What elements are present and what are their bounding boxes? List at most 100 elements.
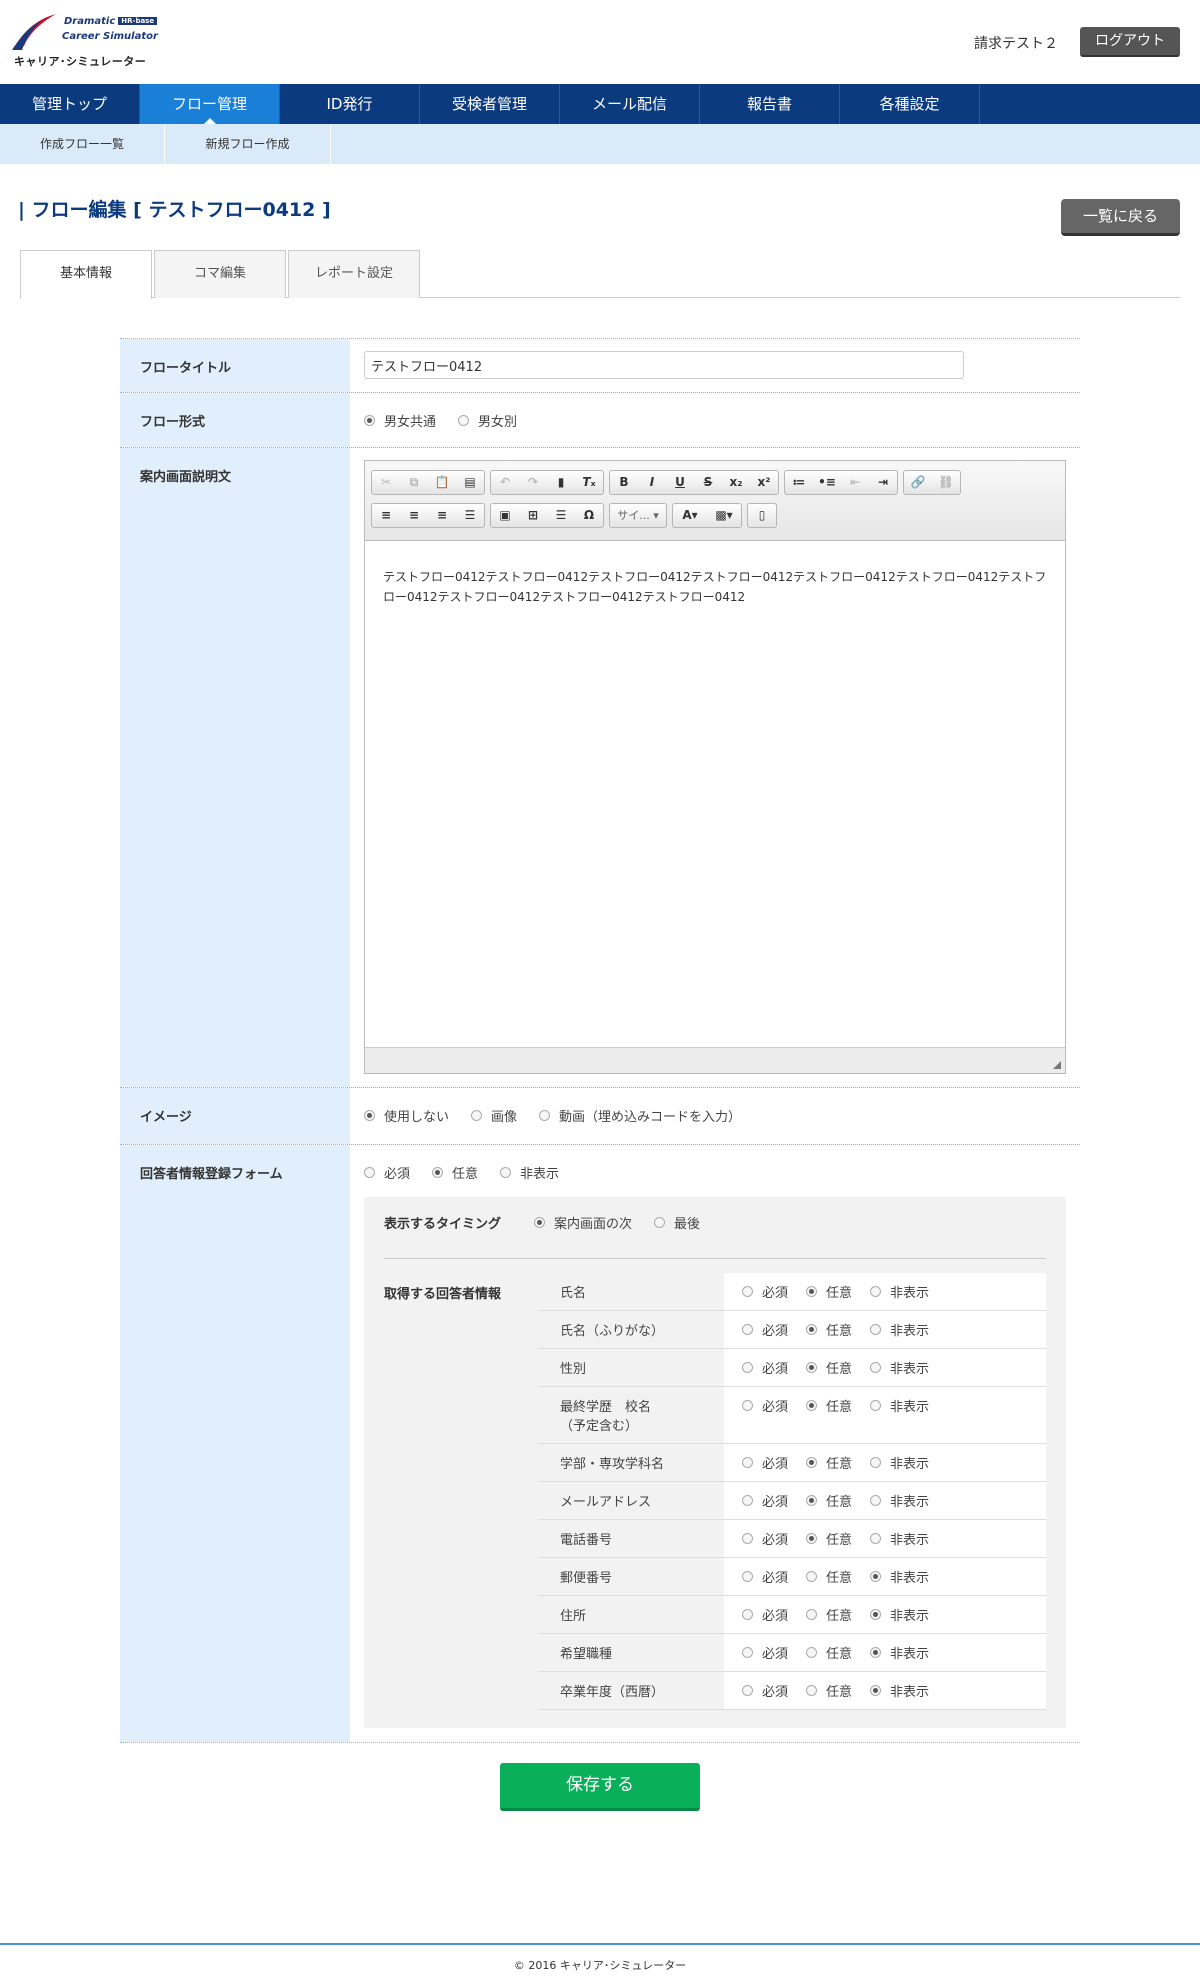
field-radio-required[interactable]: 必須	[742, 1396, 788, 1415]
respondent-radio-required[interactable]: 必須	[364, 1163, 410, 1182]
strikethrough-icon[interactable]: S	[694, 471, 722, 494]
resize-grip-icon[interactable]	[1053, 1061, 1061, 1069]
remove-format-icon[interactable]: Tₓ	[575, 471, 603, 494]
sub-nav: 作成フロー一覧 新規フロー作成	[0, 124, 1200, 164]
field-radio-hidden[interactable]: 非表示	[870, 1320, 929, 1339]
paste-text-icon[interactable]: ▤	[456, 471, 484, 494]
format-radio-separate[interactable]: 男女別	[458, 411, 517, 430]
link-icon[interactable]: 🔗	[904, 471, 932, 494]
format-painter-icon[interactable]: ▮	[547, 471, 575, 494]
field-radio-hidden[interactable]: 非表示	[870, 1453, 929, 1472]
bold-icon[interactable]: B	[610, 471, 638, 494]
tab-report-settings[interactable]: レポート設定	[288, 250, 420, 298]
subnav-item-new-flow[interactable]: 新規フロー作成	[165, 124, 331, 164]
source-icon[interactable]: ▯	[748, 504, 776, 527]
field-radio-optional[interactable]: 任意	[806, 1453, 852, 1472]
field-radio-hidden[interactable]: 非表示	[870, 1358, 929, 1377]
nav-item-reports[interactable]: 報告書	[700, 84, 840, 124]
copy-icon[interactable]: ⧉	[400, 471, 428, 494]
field-radio-optional[interactable]: 任意	[806, 1681, 852, 1700]
image-icon[interactable]: ▣	[491, 504, 519, 527]
field-radio-required[interactable]: 必須	[742, 1529, 788, 1548]
nav-item-examinee-management[interactable]: 受検者管理	[420, 84, 560, 124]
field-radio-optional[interactable]: 任意	[806, 1605, 852, 1624]
field-options: 必須 任意 非表示	[724, 1595, 1046, 1634]
numbered-list-icon[interactable]: ≔	[785, 471, 813, 494]
logout-button[interactable]: ログアウト	[1080, 27, 1180, 57]
field-radio-hidden[interactable]: 非表示	[870, 1567, 929, 1586]
field-radio-hidden[interactable]: 非表示	[870, 1643, 929, 1662]
image-radio-video[interactable]: 動画（埋め込みコードを入力）	[539, 1106, 741, 1125]
field-radio-hidden[interactable]: 非表示	[870, 1282, 929, 1301]
horizontal-rule-icon[interactable]: ☰	[547, 504, 575, 527]
radio-checked-icon	[870, 1608, 882, 1620]
italic-icon[interactable]: I	[638, 471, 666, 494]
field-radio-optional[interactable]: 任意	[806, 1320, 852, 1339]
underline-icon[interactable]: U	[666, 471, 694, 494]
row-description: 案内画面説明文 ✂ ⧉ 📋 ▤ ↶ ↷ ▮ Tₓ B I U S x₂ x² ≔…	[120, 448, 1080, 1088]
align-right-icon[interactable]: ≡	[428, 504, 456, 527]
field-radio-optional[interactable]: 任意	[806, 1643, 852, 1662]
redo-icon[interactable]: ↷	[519, 471, 547, 494]
align-center-icon[interactable]: ≡	[400, 504, 428, 527]
tab-frame-edit[interactable]: コマ編集	[154, 250, 286, 298]
field-radio-optional[interactable]: 任意	[806, 1358, 852, 1377]
image-radio-none[interactable]: 使用しない	[364, 1106, 449, 1125]
field-radio-hidden[interactable]: 非表示	[870, 1396, 929, 1415]
respondent-radio-optional[interactable]: 任意	[432, 1163, 478, 1182]
paste-icon[interactable]: 📋	[428, 471, 456, 494]
editor-content[interactable]: テストフロー0412テストフロー0412テストフロー0412テストフロー0412…	[365, 541, 1065, 1041]
field-radio-hidden[interactable]: 非表示	[870, 1605, 929, 1624]
timing-radio-last[interactable]: 最後	[654, 1213, 700, 1232]
field-radio-required[interactable]: 必須	[742, 1358, 788, 1377]
field-radio-optional[interactable]: 任意	[806, 1567, 852, 1586]
indent-icon[interactable]: ⇥	[869, 471, 897, 494]
respondent-radio-hidden[interactable]: 非表示	[500, 1163, 559, 1182]
field-radio-required[interactable]: 必須	[742, 1282, 788, 1301]
align-left-icon[interactable]: ≡	[372, 504, 400, 527]
superscript-icon[interactable]: x²	[750, 471, 778, 494]
image-radio-image[interactable]: 画像	[471, 1106, 517, 1125]
field-radio-optional[interactable]: 任意	[806, 1529, 852, 1548]
field-radio-required[interactable]: 必須	[742, 1453, 788, 1472]
cut-icon[interactable]: ✂	[372, 471, 400, 494]
field-radio-hidden[interactable]: 非表示	[870, 1529, 929, 1548]
field-radio-required[interactable]: 必須	[742, 1491, 788, 1510]
table-icon[interactable]: ⊞	[519, 504, 547, 527]
field-radio-optional[interactable]: 任意	[806, 1491, 852, 1510]
background-color-icon[interactable]: ▩▾	[707, 504, 741, 527]
subnav-item-flow-list[interactable]: 作成フロー一覧	[0, 124, 165, 164]
radio-unchecked-icon	[870, 1494, 882, 1506]
field-radio-required[interactable]: 必須	[742, 1320, 788, 1339]
field-radio-hidden[interactable]: 非表示	[870, 1491, 929, 1510]
timing-radio-after-guide[interactable]: 案内画面の次	[534, 1213, 632, 1232]
field-radio-optional[interactable]: 任意	[806, 1282, 852, 1301]
nav-item-id-issue[interactable]: ID発行	[280, 84, 420, 124]
subscript-icon[interactable]: x₂	[722, 471, 750, 494]
nav-item-admin-top[interactable]: 管理トップ	[0, 84, 140, 124]
flow-title-input[interactable]	[364, 351, 964, 379]
back-to-list-button[interactable]: 一覧に戻る	[1061, 199, 1180, 236]
format-radio-common[interactable]: 男女共通	[364, 411, 436, 430]
nav-item-settings[interactable]: 各種設定	[840, 84, 980, 124]
field-radio-hidden[interactable]: 非表示	[870, 1681, 929, 1700]
tab-basic-info[interactable]: 基本情報	[20, 250, 152, 299]
field-radio-required[interactable]: 必須	[742, 1681, 788, 1700]
logo[interactable]: Dramatic HR-base Career Simulator キャリア･シミ…	[12, 12, 162, 72]
unlink-icon[interactable]: ⛓	[932, 471, 960, 494]
bullet-list-icon[interactable]: •≡	[813, 471, 841, 494]
nav-item-mail-delivery[interactable]: メール配信	[560, 84, 700, 124]
field-radio-required[interactable]: 必須	[742, 1567, 788, 1586]
field-radio-required[interactable]: 必須	[742, 1643, 788, 1662]
save-button[interactable]: 保存する	[500, 1763, 700, 1811]
font-size-select[interactable]: サイ... ▾	[610, 504, 666, 527]
field-radio-required[interactable]: 必須	[742, 1605, 788, 1624]
field-radio-optional[interactable]: 任意	[806, 1396, 852, 1415]
align-justify-icon[interactable]: ☰	[456, 504, 484, 527]
footer-divider	[0, 1943, 1200, 1945]
outdent-icon[interactable]: ⇤	[841, 471, 869, 494]
undo-icon[interactable]: ↶	[491, 471, 519, 494]
nav-item-flow-management[interactable]: フロー管理	[140, 84, 280, 124]
text-color-icon[interactable]: A▾	[673, 504, 707, 527]
special-char-icon[interactable]: Ω	[575, 504, 603, 527]
